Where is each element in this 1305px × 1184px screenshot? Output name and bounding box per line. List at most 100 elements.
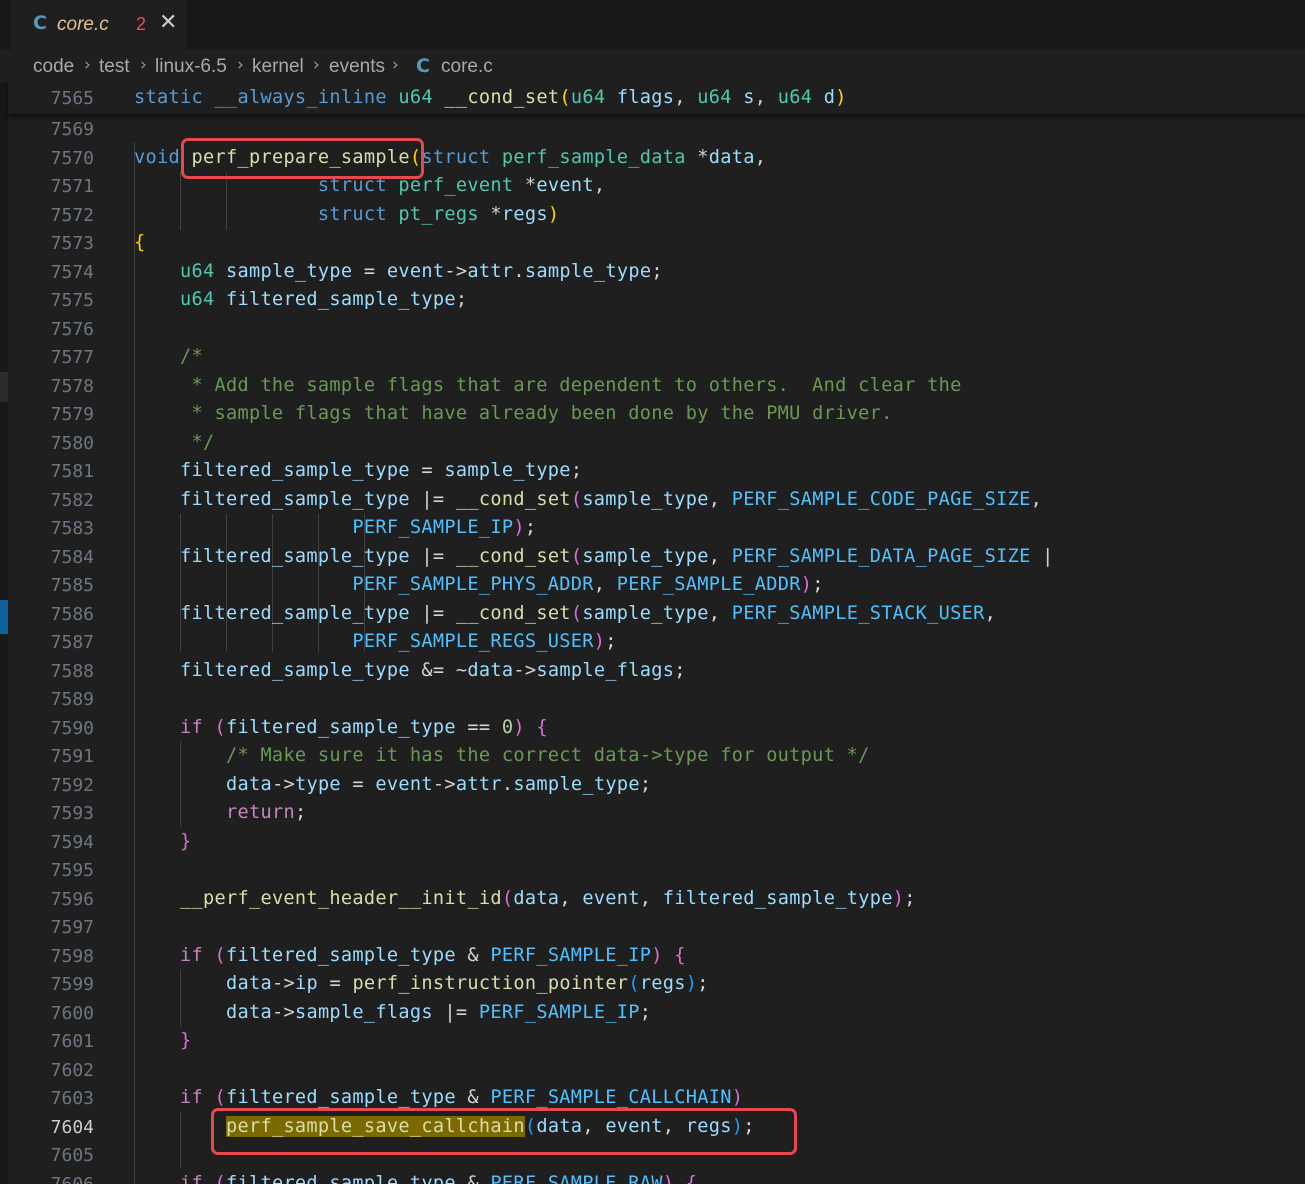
code-line[interactable]: 7606 if (filtered_sample_type & PERF_SAM… [8, 1170, 1305, 1184]
code-text: /* Make sure it has the correct data->ty… [134, 746, 870, 766]
code-line[interactable]: 7595 [8, 856, 1305, 884]
code-token: & [455, 1172, 491, 1184]
sticky-scroll-header[interactable]: 7565 static __always_inline u64 __cond_s… [8, 82, 1305, 114]
code-token: = [317, 973, 353, 994]
code-text: struct perf_event *event, [134, 176, 605, 196]
code-line[interactable]: 7592 data->type = event->attr.sample_typ… [8, 771, 1305, 799]
code-token: &= ~ [409, 659, 468, 681]
line-number: 7606 [50, 1173, 94, 1184]
breadcrumb-item-events[interactable]: events [329, 56, 385, 78]
code-token: ( [214, 1172, 226, 1184]
breadcrumb-item-code[interactable]: code [33, 56, 74, 78]
code-token: attr [467, 260, 514, 282]
code-token: data [467, 659, 514, 681]
code-line[interactable]: 7586 filtered_sample_type |= __cond_set(… [8, 600, 1305, 628]
close-icon[interactable]: ✕ [159, 10, 177, 35]
tab-filename[interactable]: core.c [57, 14, 109, 36]
code-token: PERF_SAMPLE_ADDR [616, 574, 801, 595]
code-token: if [179, 1087, 215, 1108]
code-text: u64 filtered_sample_type; [134, 290, 467, 310]
code-line[interactable]: 7593 return; [8, 799, 1305, 827]
code-token: ( [214, 1087, 226, 1108]
code-token: ( [214, 716, 226, 738]
code-token: data [225, 973, 272, 994]
code-token: ; [904, 887, 916, 909]
code-line[interactable]: 7585 PERF_SAMPLE_PHYS_ADDR, PERF_SAMPLE_… [8, 571, 1305, 599]
code-line[interactable]: 7596 __perf_event_header__init_id(data, … [8, 885, 1305, 913]
code-line[interactable]: 7591 /* Make sure it has the correct dat… [8, 742, 1305, 770]
tab-core-c[interactable]: C core.c 2 ✕ [11, 0, 186, 50]
code-token: __perf_event_header__init_id [179, 887, 502, 909]
code-token: sample_type [225, 260, 353, 282]
code-token: PERF_SAMPLE_STACK_USER [731, 602, 985, 624]
code-text: return; [134, 803, 306, 823]
code-line[interactable]: 7600 data->sample_flags |= PERF_SAMPLE_I… [8, 999, 1305, 1027]
code-token: ) [513, 517, 525, 538]
code-token: __cond_set [455, 545, 571, 567]
code-line[interactable]: 7601 } [8, 1027, 1305, 1055]
code-line[interactable]: 7581 filtered_sample_type = sample_type; [8, 457, 1305, 485]
code-token: | [1030, 545, 1054, 567]
code-token: ( [570, 602, 583, 624]
code-line[interactable]: 7599 data->ip = perf_instruction_pointer… [8, 970, 1305, 998]
code-line[interactable]: 7576 [8, 315, 1305, 343]
code-line[interactable]: 7584 filtered_sample_type |= __cond_set(… [8, 543, 1305, 571]
annotation-box-function-name [181, 138, 424, 179]
breadcrumb-item-test[interactable]: test [99, 56, 130, 78]
breadcrumb-item-linux[interactable]: linux-6.5 [155, 56, 227, 78]
code-text: static __always_inline u64 __cond_set(u6… [134, 88, 847, 108]
code-token: if [179, 944, 215, 966]
code-line[interactable]: 7578 * Add the sample flags that are dep… [8, 372, 1305, 400]
code-line[interactable]: 7588 filtered_sample_type &= ~data->samp… [8, 657, 1305, 685]
breadcrumb-item-file[interactable]: core.c [441, 56, 493, 78]
tab-bar: C core.c 2 ✕ [0, 0, 1305, 50]
line-number: 7588 [50, 660, 94, 682]
code-token: , [708, 488, 732, 510]
code-line[interactable]: 7587 PERF_SAMPLE_REGS_USER); [8, 628, 1305, 656]
code-text: * Add the sample flags that are dependen… [134, 375, 962, 396]
code-token: sample_type [513, 773, 640, 795]
code-line[interactable]: 7589 [8, 685, 1305, 713]
code-token: ; [639, 1001, 652, 1023]
code-token: PERF_SAMPLE_IP [490, 944, 652, 966]
line-number: 7594 [50, 831, 94, 853]
code-line[interactable]: 7594 } [8, 828, 1305, 856]
code-text: if (filtered_sample_type & PERF_SAMPLE_R… [134, 1172, 697, 1184]
code-line[interactable]: 7580 */ [8, 429, 1305, 457]
code-token: , [708, 545, 732, 567]
code-token: struct [317, 203, 399, 225]
code-token: ; [651, 260, 663, 282]
code-token: = [340, 773, 376, 795]
code-token: ; [697, 973, 709, 994]
code-line[interactable]: 7575 u64 filtered_sample_type; [8, 286, 1305, 314]
code-token: event [375, 773, 433, 795]
code-line[interactable]: 7582 filtered_sample_type |= __cond_set(… [8, 486, 1305, 514]
code-line[interactable]: 7572 struct pt_regs *regs) [8, 201, 1305, 229]
line-number: 7597 [50, 917, 94, 938]
code-line[interactable]: 7598 if (filtered_sample_type & PERF_SAM… [8, 942, 1305, 970]
code-token: * [697, 146, 709, 168]
breadcrumb: code › test › linux-6.5 › kernel › event… [0, 50, 1305, 82]
code-token: __cond_set [444, 87, 560, 108]
code-text: u64 sample_type = event->attr.sample_typ… [134, 260, 663, 282]
code-line[interactable]: 7577 /* [8, 343, 1305, 371]
code-editor[interactable]: 7569 7570 void perf_prepare_sample(struct … [8, 82, 1305, 1184]
code-line[interactable]: 7583 PERF_SAMPLE_IP); [8, 514, 1305, 542]
code-line[interactable]: 7574 u64 sample_type = event->attr.sampl… [8, 258, 1305, 286]
code-token: static [134, 87, 215, 108]
breadcrumb-item-kernel[interactable]: kernel [252, 56, 304, 78]
code-line[interactable]: 7590 if (filtered_sample_type == 0) { [8, 714, 1305, 742]
code-token: sample_type [582, 488, 709, 510]
line-number: 7571 [50, 176, 94, 197]
code-token: filtered_sample_type [179, 602, 410, 624]
code-line[interactable]: 7597 [8, 913, 1305, 941]
code-token: -> [444, 260, 468, 282]
code-token: ; [812, 574, 824, 595]
code-token: |= [409, 488, 456, 510]
code-line[interactable]: 7579 * sample flags that have already be… [8, 400, 1305, 428]
sticky-line[interactable]: 7565 static __always_inline u64 __cond_s… [8, 84, 1305, 112]
code-line[interactable]: 7602 [8, 1056, 1305, 1084]
code-line[interactable]: 7573 { [8, 229, 1305, 257]
code-token: ( [214, 944, 226, 966]
